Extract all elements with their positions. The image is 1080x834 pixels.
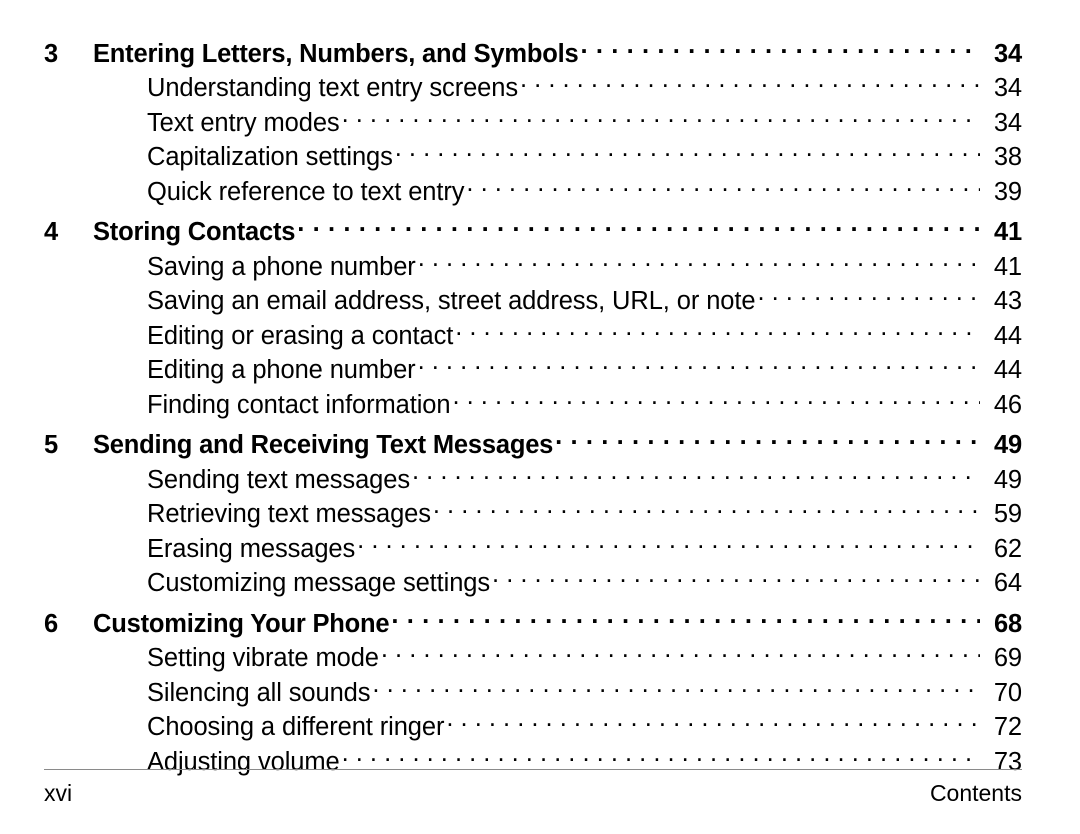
entry-page-number: 62 <box>993 534 1022 563</box>
chapter-number: 5 <box>44 431 58 459</box>
chapter-title: Sending and Receiving Text Messages <box>93 431 554 459</box>
footer-divider <box>44 769 1022 770</box>
entry-page-number: 44 <box>993 356 1022 384</box>
dot-leader <box>520 71 980 97</box>
entry-title: Saving a phone number <box>147 252 416 281</box>
entry-title: Quick reference to text entry <box>147 177 465 206</box>
dot-leader <box>433 497 980 523</box>
dot-leader <box>395 140 980 166</box>
entry-page-number: 43 <box>993 287 1022 315</box>
chapter-page-number: 49 <box>994 431 1022 459</box>
dot-leader <box>446 710 980 736</box>
dot-leader <box>418 249 980 275</box>
toc-entry-row[interactable]: Customizing message settings 64 <box>44 566 1022 601</box>
toc-entry-row[interactable]: Choosing a different ringer 72 <box>44 710 1022 745</box>
toc-entry-row[interactable]: Editing or erasing a contact 44 <box>44 318 1022 353</box>
chapter-title: Entering Letters, Numbers, and Symbols <box>93 39 579 68</box>
toc-entry-list: 3 Entering Letters, Numbers, and Symbols… <box>44 36 1022 779</box>
entry-page-number: 39 <box>993 177 1022 206</box>
entry-page-number: 46 <box>993 390 1022 419</box>
toc-entry-row[interactable]: Setting vibrate mode 69 <box>44 641 1022 676</box>
entry-page-number: 34 <box>993 108 1022 137</box>
dot-leader <box>418 353 980 379</box>
entry-title: Editing or erasing a contact <box>147 321 454 350</box>
entry-title: Customizing message settings <box>147 569 491 597</box>
entry-title: Saving an email address, street address,… <box>147 287 756 315</box>
table-of-contents-page: 3 Entering Letters, Numbers, and Symbols… <box>0 0 1080 834</box>
entry-title: Sending text messages <box>147 465 410 494</box>
dot-leader <box>342 105 980 131</box>
toc-entry-row[interactable]: Quick reference to text entry 39 <box>44 174 1022 209</box>
chapter-number: 6 <box>44 609 58 638</box>
toc-entry-row[interactable]: Saving an email address, street address,… <box>44 284 1022 319</box>
toc-chapter-row[interactable]: 6 Customizing Your Phone 68 <box>44 606 1022 641</box>
toc-entry-row[interactable]: Erasing messages 62 <box>44 531 1022 566</box>
dot-leader <box>492 566 980 592</box>
entry-title: Setting vibrate mode <box>147 644 379 672</box>
page-number: xvi <box>44 780 73 806</box>
entry-title: Text entry modes <box>147 108 340 137</box>
chapter-number: 3 <box>44 39 58 68</box>
toc-chapter-row[interactable]: 4 Storing Contacts 41 <box>44 215 1022 250</box>
entry-title: Understanding text entry screens <box>147 74 518 102</box>
chapter-number: 4 <box>44 218 58 246</box>
entry-page-number: 59 <box>993 500 1022 528</box>
footer-section-label: Contents <box>929 780 1022 806</box>
dot-leader <box>372 675 980 701</box>
toc-entry-row[interactable]: Retrieving text messages 59 <box>44 497 1022 532</box>
dot-leader <box>555 428 980 454</box>
toc-chapter-row[interactable]: 3 Entering Letters, Numbers, and Symbols… <box>44 36 1022 71</box>
entry-page-number: 72 <box>993 713 1022 741</box>
chapter-title: Storing Contacts <box>93 218 296 246</box>
chapter-page-number: 34 <box>994 39 1022 68</box>
toc-entry-row[interactable]: Silencing all sounds 70 <box>44 675 1022 710</box>
entry-page-number: 64 <box>993 569 1022 597</box>
chapter-page-number: 41 <box>994 218 1022 246</box>
entry-page-number: 69 <box>993 644 1022 672</box>
dot-leader <box>391 606 980 632</box>
entry-title: Capitalization settings <box>147 143 393 171</box>
entry-title: Retrieving text messages <box>147 500 431 528</box>
entry-page-number: 34 <box>993 74 1022 102</box>
dot-leader <box>297 215 980 241</box>
toc-entry-row[interactable]: Editing a phone number 44 <box>44 353 1022 388</box>
entry-page-number: 49 <box>993 465 1022 494</box>
dot-leader <box>581 36 980 62</box>
footer-content: xvi Contents <box>44 779 1022 807</box>
toc-entry-row[interactable]: Finding contact information 46 <box>44 387 1022 422</box>
toc-entry-row[interactable]: Understanding text entry screens 34 <box>44 71 1022 106</box>
entry-page-number: 41 <box>993 252 1022 281</box>
dot-leader <box>357 531 980 557</box>
dot-leader <box>342 744 980 770</box>
entry-title: Editing a phone number <box>147 356 416 384</box>
entry-title: Erasing messages <box>147 534 356 563</box>
toc-entry-row[interactable]: Text entry modes 34 <box>44 105 1022 140</box>
entry-title: Silencing all sounds <box>147 678 371 707</box>
dot-leader <box>381 641 980 667</box>
dot-leader <box>757 284 980 310</box>
dot-leader <box>455 318 980 344</box>
chapter-page-number: 68 <box>994 609 1022 638</box>
toc-entry-row[interactable]: Saving a phone number 41 <box>44 249 1022 284</box>
dot-leader <box>412 462 980 488</box>
toc-entry-row[interactable]: Sending text messages 49 <box>44 462 1022 497</box>
toc-entry-row[interactable]: Capitalization settings 38 <box>44 140 1022 175</box>
entry-page-number: 38 <box>993 143 1022 171</box>
page-footer: xvi Contents <box>44 769 1022 807</box>
entry-page-number: 70 <box>993 678 1022 707</box>
entry-title: Finding contact information <box>147 390 451 419</box>
entry-page-number: 44 <box>993 321 1022 350</box>
chapter-title: Customizing Your Phone <box>93 609 390 638</box>
dot-leader <box>452 387 980 413</box>
dot-leader <box>466 174 980 200</box>
entry-title: Choosing a different ringer <box>147 713 445 741</box>
toc-chapter-row[interactable]: 5 Sending and Receiving Text Messages 49 <box>44 428 1022 463</box>
